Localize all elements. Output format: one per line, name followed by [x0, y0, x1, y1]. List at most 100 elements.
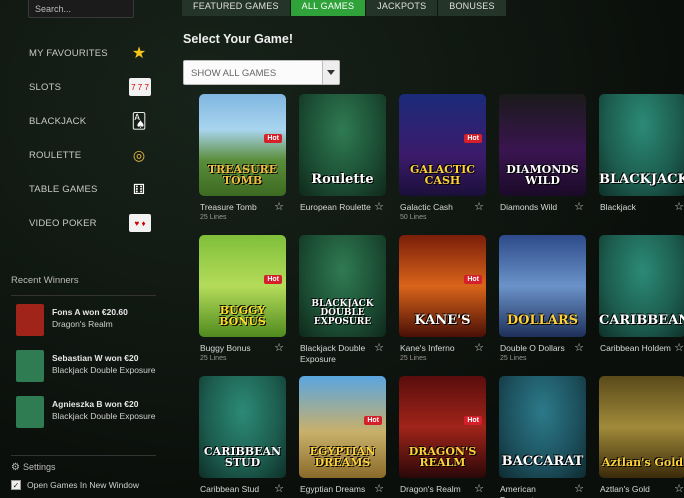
favourite-star-icon[interactable]: ☆ — [674, 482, 684, 495]
favourite-star-icon[interactable]: ☆ — [674, 341, 684, 354]
star-icon: ★ — [131, 45, 147, 62]
sidebar-item-my-favourites[interactable]: MY FAVOURITES ★ — [29, 36, 151, 70]
game-thumbnail[interactable]: CARIBBEAN — [599, 235, 684, 337]
game-tile[interactable]: DOLLARS Double O Dollars 25 Lines ☆ — [499, 235, 586, 362]
hot-badge: Hot — [464, 275, 482, 284]
game-tile[interactable]: EGYPTIAN DREAMS Hot Egyptian Dreams ☆ — [299, 376, 386, 495]
hot-badge: Hot — [264, 275, 282, 284]
game-thumbnail[interactable]: CARIBBEAN STUD — [199, 376, 286, 478]
game-name: Treasure Tomb — [200, 202, 257, 212]
sidebar-item-roulette[interactable]: ROULETTE ◎ — [29, 138, 151, 172]
game-tile[interactable]: KANE'S Hot Kane's Inferno 25 Lines ☆ — [399, 235, 486, 362]
game-thumbnail[interactable]: EGYPTIAN DREAMS Hot — [299, 376, 386, 478]
open-new-window-checkbox[interactable]: ✓ — [11, 480, 21, 490]
recent-winners-title: Recent Winners — [11, 275, 79, 286]
game-tile[interactable]: TREASURE TOMB Hot Treasure Tomb 25 Lines ☆ — [199, 94, 286, 221]
favourite-star-icon[interactable]: ☆ — [274, 200, 284, 213]
settings-title[interactable]: ⚙ Settings — [11, 460, 156, 474]
winner-item[interactable]: Agnieszka B won €20 Blackjack Double Exp… — [11, 396, 156, 442]
page-title: Select Your Game! — [183, 32, 293, 46]
favourite-star-icon[interactable]: ☆ — [674, 200, 684, 213]
game-tile[interactable]: BUGGY BONUS Hot Buggy Bonus 25 Lines ☆ — [199, 235, 286, 362]
game-tile[interactable]: BLACKJACK Blackjack ☆ — [599, 94, 684, 213]
sidebar-item-blackjack[interactable]: BLACKJACK 🂡 — [29, 104, 151, 138]
sidebar: Search... MY FAVOURITES ★ SLOTS 7 7 7 BL… — [0, 0, 165, 498]
game-logo-art: DRAGON'S REALM — [408, 445, 477, 469]
game-lines: 25 Lines — [200, 355, 227, 362]
dice-icon: ⚅ — [132, 180, 146, 197]
favourite-star-icon[interactable]: ☆ — [474, 341, 484, 354]
game-tile[interactable]: Aztlan's Gold Aztlan's Gold ☆ — [599, 376, 684, 495]
favourite-star-icon[interactable]: ☆ — [574, 200, 584, 213]
favourite-star-icon[interactable]: ☆ — [374, 200, 384, 213]
favourite-star-icon[interactable]: ☆ — [474, 200, 484, 213]
game-tile[interactable]: CARIBBEAN Caribbean Holdem ☆ — [599, 235, 684, 354]
game-thumbnail[interactable]: BUGGY BONUS Hot — [199, 235, 286, 337]
game-thumbnail[interactable]: TREASURE TOMB Hot — [199, 94, 286, 196]
favourite-star-icon[interactable]: ☆ — [574, 482, 584, 495]
game-thumbnail[interactable]: DIAMONDS WILD — [499, 94, 586, 196]
winner-item[interactable]: Sebastian W won €20 Blackjack Double Exp… — [11, 350, 156, 396]
game-name: Double O Dollars — [500, 343, 565, 353]
dropdown-button[interactable] — [322, 61, 339, 84]
hot-badge: Hot — [464, 416, 482, 425]
game-lines: 25 Lines — [500, 355, 527, 362]
open-new-window-option[interactable]: ✓ Open Games In New Window — [11, 480, 156, 490]
game-name: American Baccarat — [500, 484, 536, 498]
game-logo-art: TREASURE TOMB — [207, 163, 278, 187]
game-tile[interactable]: Roulette European Roulette ☆ — [299, 94, 386, 213]
poker-cards-icon: ♥ ♦ — [129, 214, 151, 232]
game-name: Galactic Cash — [400, 202, 453, 212]
game-filter-value: SHOW ALL GAMES — [191, 68, 277, 79]
game-lines: 50 Lines — [400, 214, 427, 221]
game-tile[interactable]: DIAMONDS WILD Diamonds Wild ☆ — [499, 94, 586, 213]
game-logo-art: CARIBBEAN — [599, 313, 684, 328]
game-thumbnail[interactable]: KANE'S Hot — [399, 235, 486, 337]
game-thumbnail[interactable]: BLACKJACK DOUBLE EXPOSURE — [299, 235, 386, 337]
game-name: Caribbean Holdem — [600, 343, 671, 353]
favourite-star-icon[interactable]: ☆ — [574, 341, 584, 354]
game-tile[interactable]: GALACTIC CASH Hot Galactic Cash 50 Lines ☆ — [399, 94, 486, 221]
hot-badge: Hot — [464, 134, 482, 143]
favourite-star-icon[interactable]: ☆ — [474, 482, 484, 495]
hot-badge: Hot — [364, 416, 382, 425]
tab-featured-games[interactable]: FEATURED GAMES — [182, 0, 291, 16]
game-name: Blackjack — [600, 202, 636, 212]
favourite-star-icon[interactable]: ☆ — [274, 482, 284, 495]
tab-jackpots[interactable]: JACKPOTS — [366, 0, 439, 16]
winner-game: Dragon's Realm — [52, 319, 113, 329]
sidebar-item-table-games[interactable]: TABLE GAMES ⚅ — [29, 172, 151, 206]
favourite-star-icon[interactable]: ☆ — [374, 482, 384, 495]
game-logo-art: CARIBBEAN STUD — [203, 445, 282, 469]
game-logo-art: Aztlan's Gold — [601, 456, 684, 469]
tab-bonuses[interactable]: BONUSES — [438, 0, 507, 16]
game-name: Blackjack Double Exposure — [300, 343, 366, 364]
game-name: Egyptian Dreams — [300, 484, 366, 494]
game-tile[interactable]: BLACKJACK DOUBLE EXPOSURE Blackjack Doubl… — [299, 235, 386, 365]
settings-panel: ⚙ Settings ✓ Open Games In New Window — [11, 455, 156, 490]
sidebar-item-slots[interactable]: SLOTS 7 7 7 — [29, 70, 151, 104]
winner-game-thumbnail — [16, 304, 44, 336]
game-thumbnail[interactable]: Roulette — [299, 94, 386, 196]
game-thumbnail[interactable]: DOLLARS — [499, 235, 586, 337]
search-input[interactable]: Search... — [28, 0, 134, 18]
chevron-down-icon — [327, 70, 335, 75]
game-name: Buggy Bonus — [200, 343, 251, 353]
recent-winners: Recent Winners Fons A won €20.60 Dragon'… — [11, 275, 156, 442]
tab-all-games[interactable]: ALL GAMES — [290, 0, 367, 16]
game-tile[interactable]: CARIBBEAN STUD Caribbean Stud ☆ — [199, 376, 286, 495]
winner-item[interactable]: Fons A won €20.60 Dragon's Realm — [11, 304, 156, 350]
game-thumbnail[interactable]: DRAGON'S REALM Hot — [399, 376, 486, 478]
game-filter-select[interactable]: SHOW ALL GAMES — [183, 60, 340, 85]
game-thumbnail[interactable]: GALACTIC CASH Hot — [399, 94, 486, 196]
playing-cards-icon: 🂡 — [131, 113, 147, 130]
game-thumbnail[interactable]: BLACKJACK — [599, 94, 684, 196]
game-thumbnail[interactable]: Aztlan's Gold — [599, 376, 684, 478]
favourite-star-icon[interactable]: ☆ — [374, 341, 384, 354]
favourite-star-icon[interactable]: ☆ — [274, 341, 284, 354]
gear-icon: ⚙ — [11, 461, 20, 473]
game-thumbnail[interactable]: BACCARAT — [499, 376, 586, 478]
game-tile[interactable]: BACCARAT American Baccarat ☆ — [499, 376, 586, 498]
sidebar-item-video-poker[interactable]: VIDEO POKER ♥ ♦ — [29, 206, 151, 240]
game-tile[interactable]: DRAGON'S REALM Hot Dragon's Realm ☆ — [399, 376, 486, 495]
